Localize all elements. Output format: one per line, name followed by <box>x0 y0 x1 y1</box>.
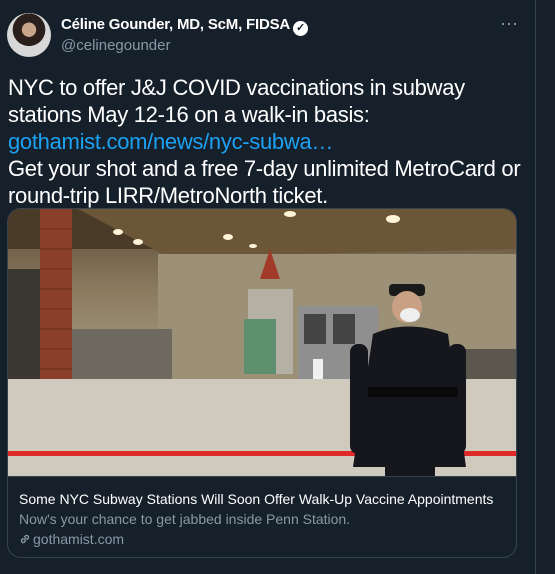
more-options-icon[interactable]: ⋯ <box>500 14 519 35</box>
card-title[interactable]: Some NYC Subway Stations Will Soon Offer… <box>19 491 493 507</box>
card-domain[interactable]: gothamist.com <box>19 531 124 547</box>
link-card[interactable]: Some NYC Subway Stations Will Soon Offer… <box>7 208 517 558</box>
card-domain-text: gothamist.com <box>33 531 125 547</box>
card-description: Now's your chance to get jabbed inside P… <box>19 511 351 527</box>
author-name[interactable]: Céline Gounder, MD, ScM, FIDSA ✓ <box>61 16 309 36</box>
card-image[interactable] <box>8 209 516 476</box>
tweet[interactable]: Céline Gounder, MD, ScM, FIDSA ✓ @celineg… <box>0 0 536 574</box>
tweet-text-line: Get your shot and a free 7-day unlimited… <box>8 156 521 208</box>
tweet-link[interactable]: gothamist.com/news/nyc-subwa… <box>8 129 333 154</box>
author-handle[interactable]: @celinegounder <box>61 37 170 54</box>
verified-badge-icon: ✓ <box>293 21 309 36</box>
tweet-text: NYC to offer J&J COVID vaccinations in s… <box>8 74 528 209</box>
card-meta[interactable]: Some NYC Subway Stations Will Soon Offer… <box>8 476 516 557</box>
subway-station-photo <box>8 209 516 476</box>
author-name-text[interactable]: Céline Gounder, MD, ScM, FIDSA <box>61 16 290 33</box>
link-icon <box>20 534 30 544</box>
avatar[interactable] <box>7 13 51 57</box>
tweet-text-line: NYC to offer J&J COVID vaccinations in s… <box>8 75 465 127</box>
